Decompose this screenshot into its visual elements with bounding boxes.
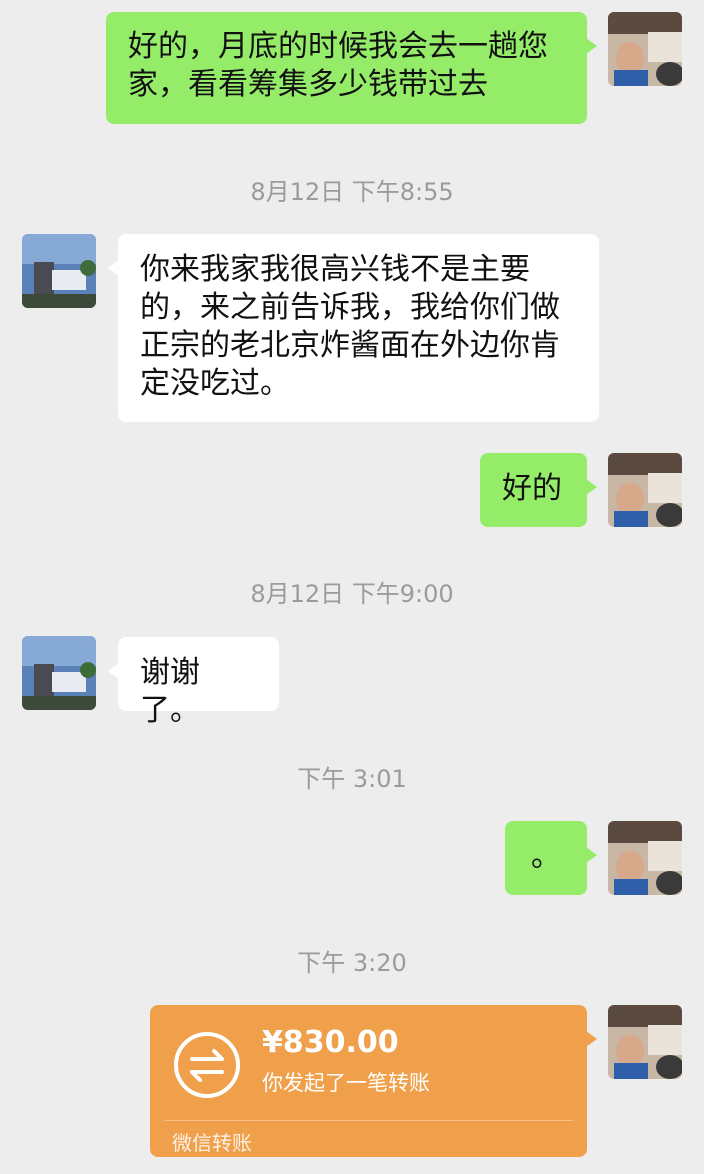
contact-avatar[interactable]	[22, 636, 96, 710]
message-text: 好的	[502, 471, 562, 506]
message-text: 。	[531, 839, 561, 874]
transfer-footer-label: 微信转账	[172, 1131, 252, 1155]
timestamp: 8月12日 下午8:55	[250, 178, 454, 206]
my-avatar[interactable]	[608, 453, 682, 527]
my-avatar[interactable]	[608, 12, 682, 86]
car-selfie-avatar-image	[608, 453, 682, 527]
my-message-bubble[interactable]: 。	[505, 821, 597, 895]
contact-message-bubble[interactable]: 谢谢了。	[108, 637, 279, 728]
message-text: 好的，月底的时候我会去一趟您家，看看筹集多少钱带过去	[128, 29, 548, 102]
transfer-amount: ¥830.00	[262, 1025, 399, 1060]
wechat-transfer-card[interactable]: ¥830.00 你发起了一笔转账 微信转账	[150, 1005, 597, 1157]
timestamp: 下午 3:20	[297, 949, 407, 977]
timestamp: 8月12日 下午9:00	[250, 580, 454, 608]
message-text: 你来我家我很高兴钱不是主要的，来之前告诉我，我给你们做正宗的老北京炸酱面在外边你…	[140, 252, 560, 401]
building-avatar-image	[22, 234, 96, 308]
transfer-divider	[164, 1120, 573, 1121]
building-avatar-image	[22, 636, 96, 710]
car-selfie-avatar-image	[608, 1005, 682, 1079]
car-selfie-avatar-image	[608, 12, 682, 86]
my-message-bubble[interactable]: 好的	[480, 453, 597, 527]
message-text: 谢谢了。	[140, 655, 200, 728]
car-selfie-avatar-image	[608, 821, 682, 895]
timestamp: 下午 3:01	[297, 765, 407, 793]
contact-message-bubble[interactable]: 你来我家我很高兴钱不是主要的，来之前告诉我，我给你们做正宗的老北京炸酱面在外边你…	[108, 234, 599, 422]
my-message-bubble[interactable]: 好的，月底的时候我会去一趟您家，看看筹集多少钱带过去	[106, 12, 597, 124]
transfer-description: 你发起了一笔转账	[262, 1071, 430, 1095]
my-avatar[interactable]	[608, 1005, 682, 1079]
transfer-arrows-icon	[174, 1032, 240, 1098]
contact-avatar[interactable]	[22, 234, 96, 308]
my-avatar[interactable]	[608, 821, 682, 895]
